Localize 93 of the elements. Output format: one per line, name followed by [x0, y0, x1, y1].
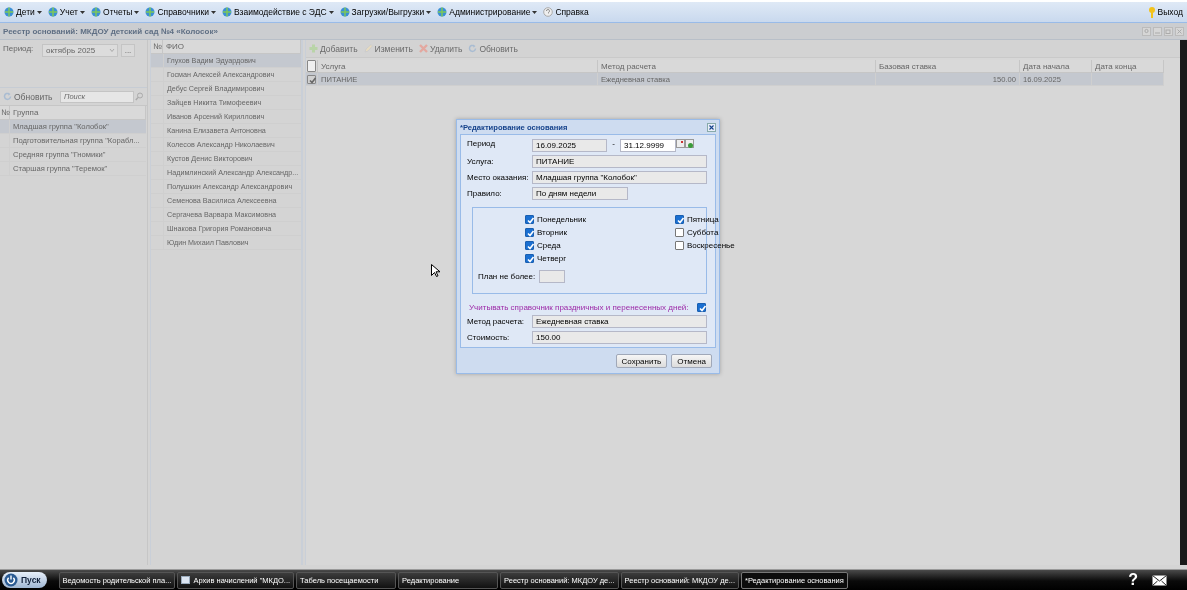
- pencil-icon: [363, 44, 373, 53]
- checkbox-label: Понедельник: [537, 215, 586, 224]
- caret-icon: [134, 10, 140, 14]
- more-button[interactable]: ...: [121, 44, 135, 57]
- range-dash: -: [611, 139, 616, 148]
- help-icon: [543, 7, 554, 17]
- globe-icon: [91, 7, 101, 17]
- column-header: Базовая ставка: [876, 60, 1020, 72]
- column-header: Дата конца: [1092, 60, 1164, 72]
- checkbox[interactable]: [307, 60, 316, 72]
- window-title: Реестр оснований: МКДОУ детский сад №4 «Колосок»: [3, 26, 219, 36]
- menu-item[interactable]: Администрирование: [437, 7, 538, 17]
- refresh-icon: [3, 92, 12, 101]
- column-header: Дата начала: [1020, 60, 1092, 72]
- field-label: Правило:: [467, 189, 503, 198]
- dialog-button[interactable]: Отмена: [671, 354, 712, 368]
- checkbox-label: Вторник: [537, 228, 567, 237]
- period-label: Период:: [3, 44, 35, 53]
- dialog-button[interactable]: Сохранить: [615, 354, 668, 368]
- mail-icon[interactable]: [1152, 574, 1167, 586]
- refresh-icon: [468, 44, 478, 53]
- checkbox[interactable]: [307, 74, 316, 84]
- caret-icon: [426, 10, 432, 14]
- checkbox-label: Среда: [537, 241, 561, 250]
- menu-item[interactable]: Справка: [543, 7, 589, 17]
- globe-icon: [145, 7, 156, 17]
- input-field[interactable]: [539, 270, 566, 283]
- input-field[interactable]: ПИТАНИЕ: [532, 155, 707, 168]
- calendar-icon[interactable]: [685, 139, 694, 149]
- menu-item[interactable]: Взаимодействие с ЭДС: [221, 7, 334, 17]
- caret-icon: [532, 10, 538, 14]
- field-label: Метод расчета:: [467, 317, 526, 326]
- menu-item[interactable]: Дети: [4, 7, 42, 17]
- checkbox[interactable]: [675, 241, 684, 250]
- input-field[interactable]: По дням недели: [532, 187, 628, 200]
- checkbox-label: Учитывать справочник праздничных и перенесенных дней:: [469, 303, 689, 312]
- checkbox-label: Воскресенье: [687, 241, 735, 250]
- field-label: Период: [467, 139, 497, 148]
- toolbar-button[interactable]: Удалить: [418, 43, 463, 54]
- column-header: №: [151, 40, 163, 53]
- menu-item[interactable]: Отчеты: [91, 7, 140, 17]
- power-icon: [4, 573, 18, 587]
- checkbox-label: Пятница: [687, 215, 719, 224]
- caret-icon: [80, 10, 85, 14]
- menu-item[interactable]: Справочники: [145, 7, 216, 17]
- checkbox[interactable]: [696, 303, 706, 312]
- toolbar-button[interactable]: Добавить: [309, 43, 358, 54]
- globe-icon: [4, 7, 14, 17]
- toolbar-button[interactable]: Изменить: [363, 43, 413, 54]
- checkbox-label: Суббота: [687, 228, 719, 237]
- globe-icon: [221, 7, 232, 17]
- globe-icon: [339, 7, 350, 17]
- key-icon: [1147, 6, 1156, 18]
- field-label: Услуга:: [467, 157, 495, 166]
- start-button[interactable]: Пуск: [2, 572, 47, 588]
- caret-icon: [328, 10, 334, 14]
- column-header: №: [0, 106, 10, 119]
- field-label: План не более:: [478, 272, 536, 281]
- column-header: Услуга: [318, 60, 598, 72]
- column-header: Группа: [10, 106, 146, 119]
- globe-icon: [47, 7, 58, 17]
- input-field[interactable]: Ежедневная ставка: [532, 315, 707, 328]
- delete-icon: [418, 44, 428, 53]
- period-dropdown[interactable]: октябрь 2025: [42, 44, 118, 57]
- checkbox[interactable]: [675, 215, 684, 224]
- plus-icon: [309, 44, 318, 53]
- column-header: Метод расчета: [598, 60, 876, 72]
- toolbar-button[interactable]: Обновить: [468, 43, 518, 54]
- date-field[interactable]: 31.12.9999: [620, 139, 676, 152]
- caret-icon: [210, 10, 216, 14]
- column-header: ФИО: [163, 40, 301, 53]
- checkbox[interactable]: [525, 241, 534, 250]
- input-field[interactable]: 150.00: [532, 331, 707, 344]
- input-field[interactable]: Младшая группа "Колобок": [532, 171, 707, 184]
- checkbox[interactable]: [525, 215, 534, 224]
- date-field[interactable]: 16.09.2025: [532, 139, 607, 152]
- checkbox[interactable]: [525, 228, 534, 237]
- refresh-button[interactable]: Обновить: [3, 91, 53, 102]
- checkbox[interactable]: [525, 254, 534, 263]
- checkbox-label: Четверг: [537, 254, 567, 263]
- field-label: Стоимость:: [467, 333, 511, 342]
- menu-item[interactable]: Учет: [47, 7, 85, 17]
- cursor-icon: [431, 264, 440, 277]
- window-icon: [181, 576, 191, 584]
- exit-button[interactable]: Выход: [1147, 6, 1183, 18]
- globe-icon: [437, 7, 448, 17]
- close-icon[interactable]: [707, 122, 716, 132]
- checkbox[interactable]: [675, 228, 684, 237]
- help-button[interactable]: ?: [1128, 571, 1138, 589]
- field-label: Место оказания:: [467, 173, 530, 182]
- calendar-icon[interactable]: [676, 139, 685, 148]
- caret-icon: [36, 10, 42, 14]
- menu-item[interactable]: Загрузки/Выгрузки: [339, 7, 432, 17]
